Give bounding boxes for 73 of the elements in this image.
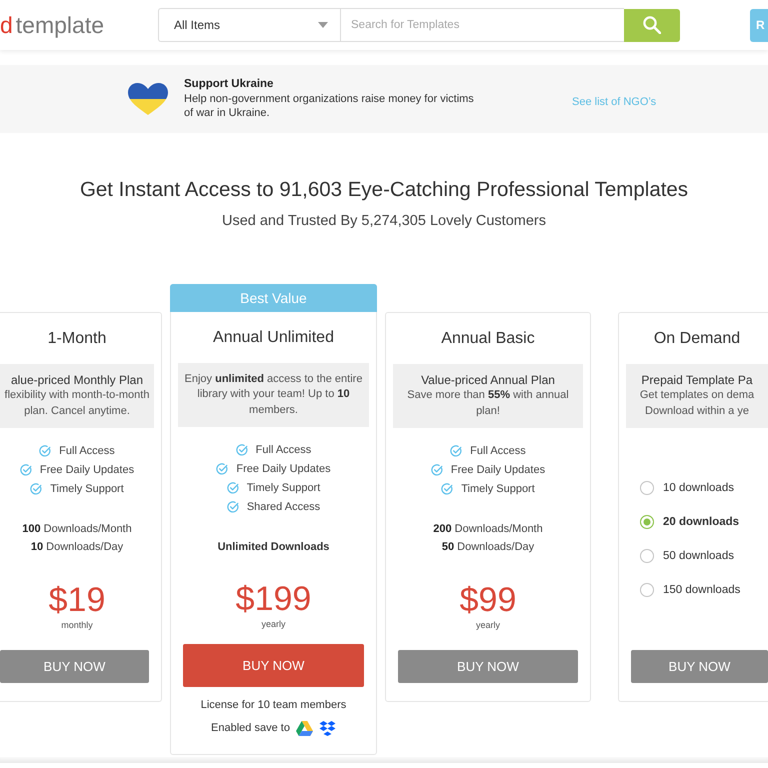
- radio-button[interactable]: [640, 481, 654, 495]
- download-limit: Unlimited Downloads: [218, 540, 330, 555]
- banner-title: Support Ukraine: [184, 77, 274, 92]
- feature-label: Full Access: [256, 444, 312, 456]
- check-circle-icon: [226, 482, 239, 494]
- buy-button[interactable]: BUY NOW: [183, 644, 364, 687]
- search-field[interactable]: Search for Templates: [340, 8, 624, 42]
- triangle-icon[interactable]: [296, 720, 313, 736]
- plan-summary: Prepaid Template Pa: [641, 372, 753, 388]
- check-circle-icon: [236, 444, 248, 456]
- plan-title: Annual Basic: [440, 329, 536, 349]
- plan-description: Save more than 55% with annual plan!: [406, 388, 570, 419]
- feature-label: Timely Support: [461, 482, 535, 494]
- buy-button[interactable]: BUY NOW: [0, 650, 149, 683]
- check-circle-icon: [430, 464, 443, 476]
- hero-title: Get Instant Access to 91,603 Eye-Catching Professional Templates: [78, 178, 690, 202]
- plan-title: Annual Unlimited: [212, 328, 335, 348]
- check-circle-icon: [30, 482, 42, 494]
- plan-title: On Demand: [652, 329, 742, 349]
- feature-label: Free Daily Updates: [236, 462, 331, 474]
- option-label[interactable]: 10 downloads: [663, 482, 734, 494]
- search-button[interactable]: [624, 8, 680, 42]
- option-label[interactable]: 150 downloads: [663, 584, 740, 596]
- radio-button[interactable]: [640, 515, 654, 529]
- download-limit: 100 Downloads/Month: [22, 522, 132, 537]
- logo-letter[interactable]: d: [0, 11, 13, 39]
- option-label[interactable]: 20 downloads: [663, 516, 740, 528]
- plan-description: plan. Cancel anytime.: [24, 404, 130, 419]
- plan-title: 1-Month: [46, 329, 108, 349]
- feature-label: Free Daily Updates: [450, 464, 546, 476]
- check-circle-icon: [20, 464, 32, 476]
- buy-button[interactable]: BUY NOW: [398, 650, 578, 683]
- save-to-label: Enabled save to: [211, 722, 290, 734]
- radio-button[interactable]: [640, 549, 654, 563]
- hero-subtitle: Used and Trusted By 5,274,305 Lovely Customers: [220, 212, 547, 230]
- buy-button[interactable]: BUY NOW: [631, 650, 768, 683]
- feature-label: Timely Support: [246, 482, 320, 494]
- diamonds-icon[interactable]: [318, 720, 336, 736]
- plan-price: $19: [48, 581, 106, 619]
- check-circle-icon: [39, 444, 52, 456]
- check-circle-icon: [216, 462, 228, 474]
- billing-period: yearly: [261, 618, 286, 630]
- check-circle-icon: [450, 444, 462, 456]
- plan-summary: Value-priced Annual Plan: [421, 372, 555, 388]
- billing-period: yearly: [476, 619, 500, 631]
- feature-label: Free Daily Updates: [40, 464, 134, 476]
- check-circle-icon: [441, 482, 454, 494]
- radio-button[interactable]: [640, 583, 654, 597]
- heart-icon: [128, 83, 168, 115]
- license-note: License for 10 team members: [200, 698, 346, 712]
- plan-price: $199: [236, 580, 312, 618]
- logo-wordmark[interactable]: template: [16, 11, 104, 39]
- option-label[interactable]: 50 downloads: [663, 550, 734, 562]
- plan-description: Enjoy unlimited access to the entire library with your team! Up to 10 members.: [184, 372, 363, 418]
- check-circle-icon: [226, 500, 239, 512]
- plan-description: flexibility with month-to-month: [4, 388, 150, 404]
- plan-description: Download within a ye: [645, 404, 749, 419]
- feature-label: Timely Support: [50, 482, 124, 494]
- feature-label: Full Access: [470, 444, 526, 456]
- feature-label: Full Access: [59, 444, 115, 456]
- plan-price: $99: [460, 581, 516, 619]
- download-limit: 200 Downloads/Month: [433, 522, 543, 537]
- plan-summary: alue-priced Monthly Plan: [10, 372, 144, 388]
- category-dropdown[interactable]: All Items: [158, 8, 340, 42]
- banner-text: Help non-government organizations raise money for victims of war in Ukraine.: [184, 92, 475, 121]
- caret-icon: [318, 22, 328, 28]
- feature-label: Shared Access: [246, 500, 320, 512]
- plan-badge: Best Value: [170, 284, 377, 312]
- download-limit: 10 Downloads/Day: [30, 540, 124, 555]
- download-limit: 50 Downloads/Day: [442, 540, 534, 555]
- search-icon: [643, 16, 661, 34]
- plan-description: Get templates on dema: [640, 388, 754, 404]
- billing-period: monthly: [61, 619, 93, 631]
